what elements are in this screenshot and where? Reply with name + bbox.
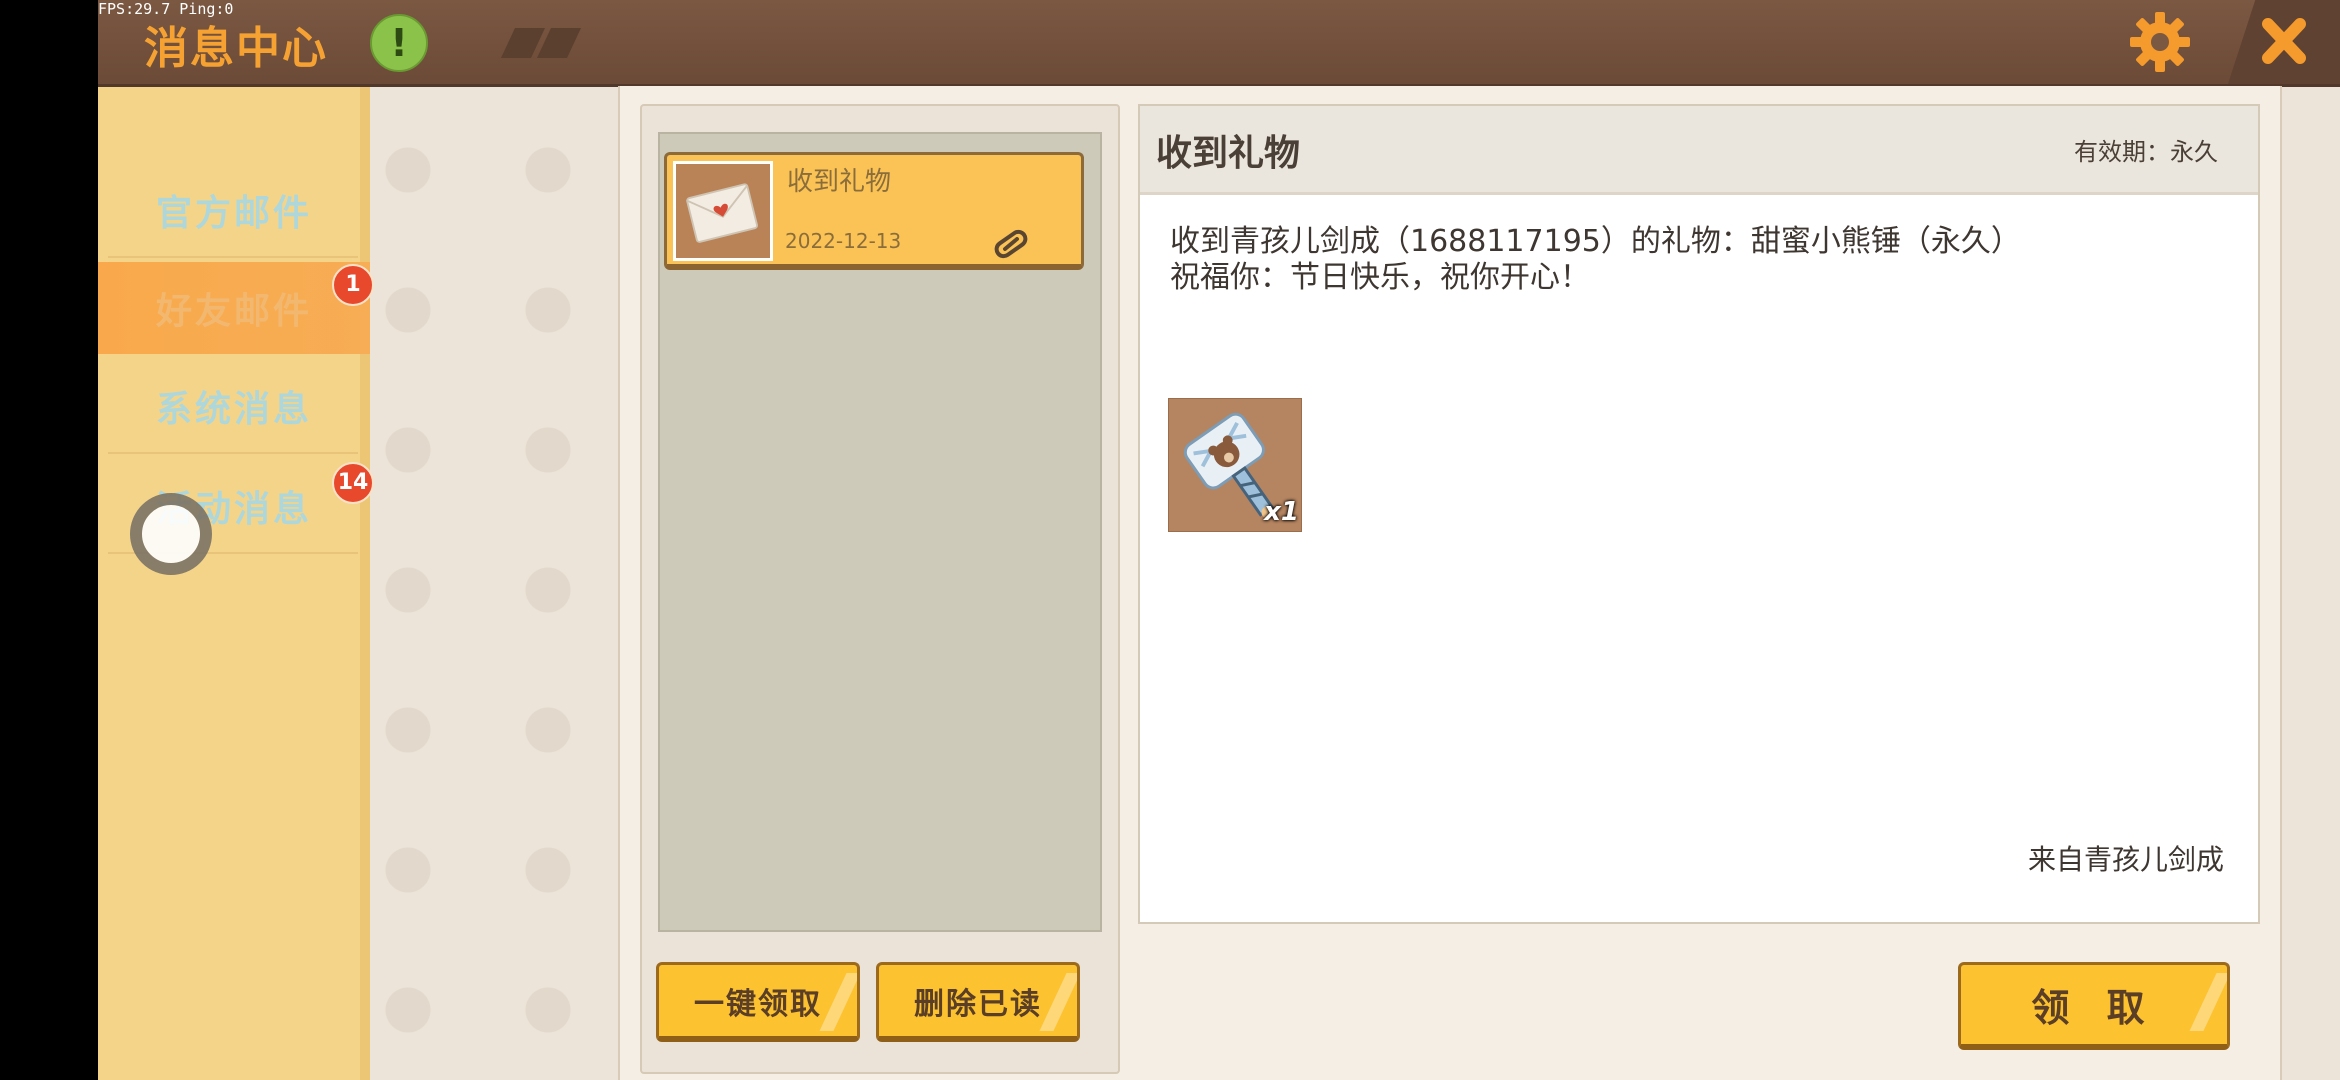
- gift-item-slot[interactable]: x1: [1168, 398, 1302, 532]
- sidebar-item-friend-mail[interactable]: 好友邮件: [98, 262, 370, 354]
- joystick-overlay[interactable]: [130, 493, 212, 575]
- detail-header: 收到礼物 有效期：永久: [1140, 106, 2258, 195]
- sidebar-item-label: 官方邮件: [155, 193, 312, 234]
- claim-all-button[interactable]: 一键领取: [656, 962, 860, 1042]
- close-button[interactable]: [2228, 0, 2340, 84]
- detail-body-line: 祝福你：节日快乐，祝你开心！: [1170, 260, 1590, 295]
- mail-detail: 收到礼物 有效期：永久 收到青孩儿剑成（1688117195）的礼物：甜蜜小熊锤…: [1138, 104, 2260, 924]
- unread-badge: 1: [332, 264, 374, 306]
- page-title: 消息中心: [144, 23, 328, 74]
- top-bar: 消息中心 !: [98, 0, 2340, 87]
- delete-read-button[interactable]: 删除已读: [876, 962, 1080, 1042]
- validity-label: 有效期：永久: [2074, 138, 2218, 166]
- claim-button[interactable]: 领 取: [1958, 962, 2230, 1050]
- gift-count: x1: [1264, 497, 1299, 527]
- game-screen: 消息中心 ! 官方邮件 好友邮件 1 系统消息 活动消息 14 收到礼物 202…: [98, 0, 2340, 1080]
- sender-label: 来自青孩儿剑成: [2027, 843, 2224, 876]
- alert-icon[interactable]: !: [370, 14, 428, 72]
- divider: [108, 452, 358, 454]
- divider: [108, 256, 358, 258]
- envelope-icon-graphic: [686, 183, 758, 243]
- sidebar-item-official-mail[interactable]: 官方邮件: [98, 164, 370, 256]
- gear-icon[interactable]: [2128, 10, 2192, 74]
- detail-title: 收到礼物: [1156, 133, 1301, 174]
- mail-item-date: 2022-12-13: [785, 229, 902, 253]
- attachment-icon: [994, 229, 1028, 259]
- close-icon: [2262, 18, 2306, 64]
- sidebar-item-system-message[interactable]: 系统消息: [98, 360, 370, 452]
- sidebar-item-label: 系统消息: [155, 389, 312, 430]
- sidebar-item-label: 好友邮件: [155, 291, 312, 332]
- fps-counter: FPS:29.7 Ping:0: [98, 0, 234, 18]
- decor-stripe: [537, 28, 581, 58]
- unread-badge: 14: [332, 462, 374, 504]
- envelope-icon: [673, 161, 773, 261]
- mail-list-item[interactable]: 收到礼物 2022-12-13: [664, 152, 1084, 270]
- mail-item-title: 收到礼物: [787, 167, 892, 197]
